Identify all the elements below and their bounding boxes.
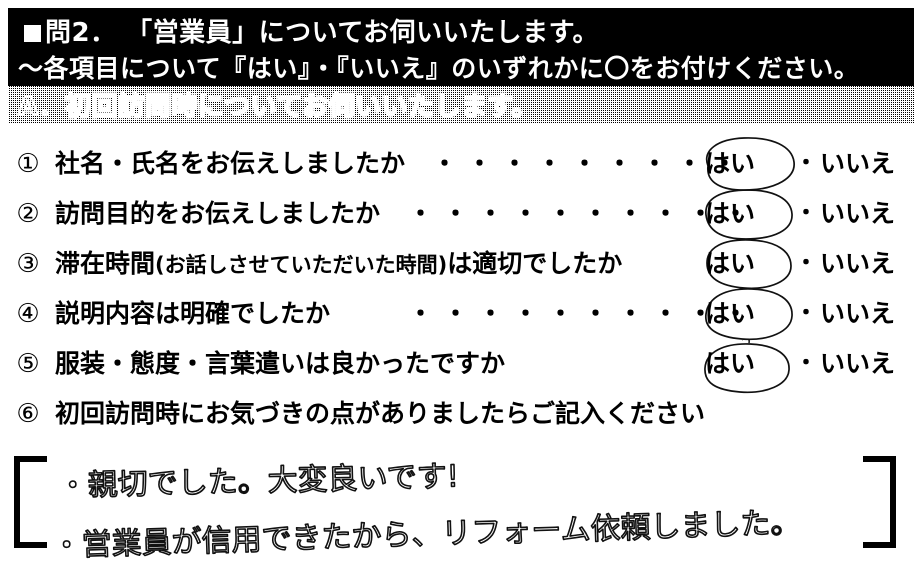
question-number: ⑤: [16, 349, 40, 379]
header-title-line: 問2． 「営業員」についてお伺いいたします。: [8, 12, 922, 49]
question-row: ① 社名・氏名をお伝えしましたか ・・・・・・・・・ はい ・ いいえ: [0, 137, 922, 191]
answer-separator: ・: [795, 251, 818, 276]
leader-dots: ・・・・・・・・・: [432, 149, 748, 178]
survey-sheet: 問2． 「営業員」についてお伺いいたします。 ～各項目について『はい』・『いいえ…: [0, 0, 922, 580]
answer-yes-label[interactable]: はい: [705, 242, 755, 286]
question-number: ②: [16, 199, 40, 229]
answer-no-label[interactable]: いいえ: [820, 142, 895, 186]
filled-square-icon: [24, 25, 41, 42]
section-header-label: A．初回訪問時についてお伺いいたします。: [17, 91, 538, 123]
answer-separator: ・: [795, 301, 818, 326]
question-number: ①: [16, 149, 40, 179]
section-header-band: A．初回訪問時についてお伺いいたします。: [8, 86, 914, 123]
answer-no-label[interactable]: いいえ: [820, 242, 895, 286]
answer-yes-label[interactable]: はい: [705, 342, 755, 386]
question-row: ⑥ 初回訪問時にお気づきの点がありましたらご記入ください: [0, 392, 922, 436]
answer-no-label[interactable]: いいえ: [820, 292, 895, 336]
handwritten-comment-area: ・親切でした。大変良いです! ・営業員が信用できたから、リフォーム依頼しました。: [0, 452, 922, 580]
answer-yes-label[interactable]: はい: [705, 142, 755, 186]
answer-separator: ・: [795, 201, 818, 226]
header-title-text: 問2． 「営業員」についてお伺いいたします。: [45, 18, 599, 48]
question-row: ③ 滞在時間(お話しさせていただいた時間)は適切でしたか はい ・ いいえ: [0, 239, 922, 290]
question-number: ③: [16, 249, 40, 279]
answer-yes-label[interactable]: はい: [705, 292, 755, 336]
answer-separator: ・: [795, 351, 818, 376]
answer-yes-label[interactable]: はい: [705, 192, 755, 236]
question-row: ⑤ 服装・態度・言葉遣いは良かったですか はい ・ いいえ: [0, 340, 922, 394]
handwritten-line-1: ・親切でした。大変良いです!: [57, 459, 459, 504]
handwritten-text-render: ・親切でした。大変良いです! ・営業員が信用できたから、リフォーム依頼しました。: [50, 458, 801, 564]
question-text-paren: (お話しさせていただいた時間): [155, 253, 448, 277]
answer-no-label[interactable]: いいえ: [820, 192, 895, 236]
question-text: 初回訪問時にお気づきの点がありましたらご記入ください: [55, 399, 706, 428]
header-black-band: 問2． 「営業員」についてお伺いいたします。 ～各項目について『はい』・『いいえ…: [8, 8, 914, 86]
question-text: 説明内容は明確でしたか: [55, 299, 331, 328]
question-text: 服装・態度・言葉遣いは良かったですか: [55, 349, 506, 378]
question-row: ④ 説明内容は明確でしたか ・・・・・・・・・・ はい ・ いいえ: [0, 288, 922, 341]
handwritten-line-2: ・営業員が信用できたから、リフォーム依頼しました。: [51, 505, 801, 564]
answer-no-label[interactable]: いいえ: [820, 342, 895, 386]
question-text-head: 滞在時間: [55, 249, 156, 278]
question-row: ② 訪問目的をお伝えしましたか ・・・・・・・・・・ はい ・ いいえ: [0, 189, 922, 240]
question-text-tail: は適切でしたか: [447, 249, 623, 278]
answer-separator: ・: [795, 151, 818, 176]
question-text: 訪問目的をお伝えしましたか: [55, 199, 381, 228]
header-instruction-line: ～各項目について『はい』・『いいえ』のいずれかに〇をお付けください。: [18, 54, 860, 83]
question-number: ④: [16, 299, 40, 329]
question-number: ⑥: [16, 399, 40, 429]
question-text: 社名・氏名をお伝えしましたか: [55, 149, 406, 178]
question-text: 滞在時間(お話しさせていただいた時間)は適切でしたか: [55, 242, 622, 287]
